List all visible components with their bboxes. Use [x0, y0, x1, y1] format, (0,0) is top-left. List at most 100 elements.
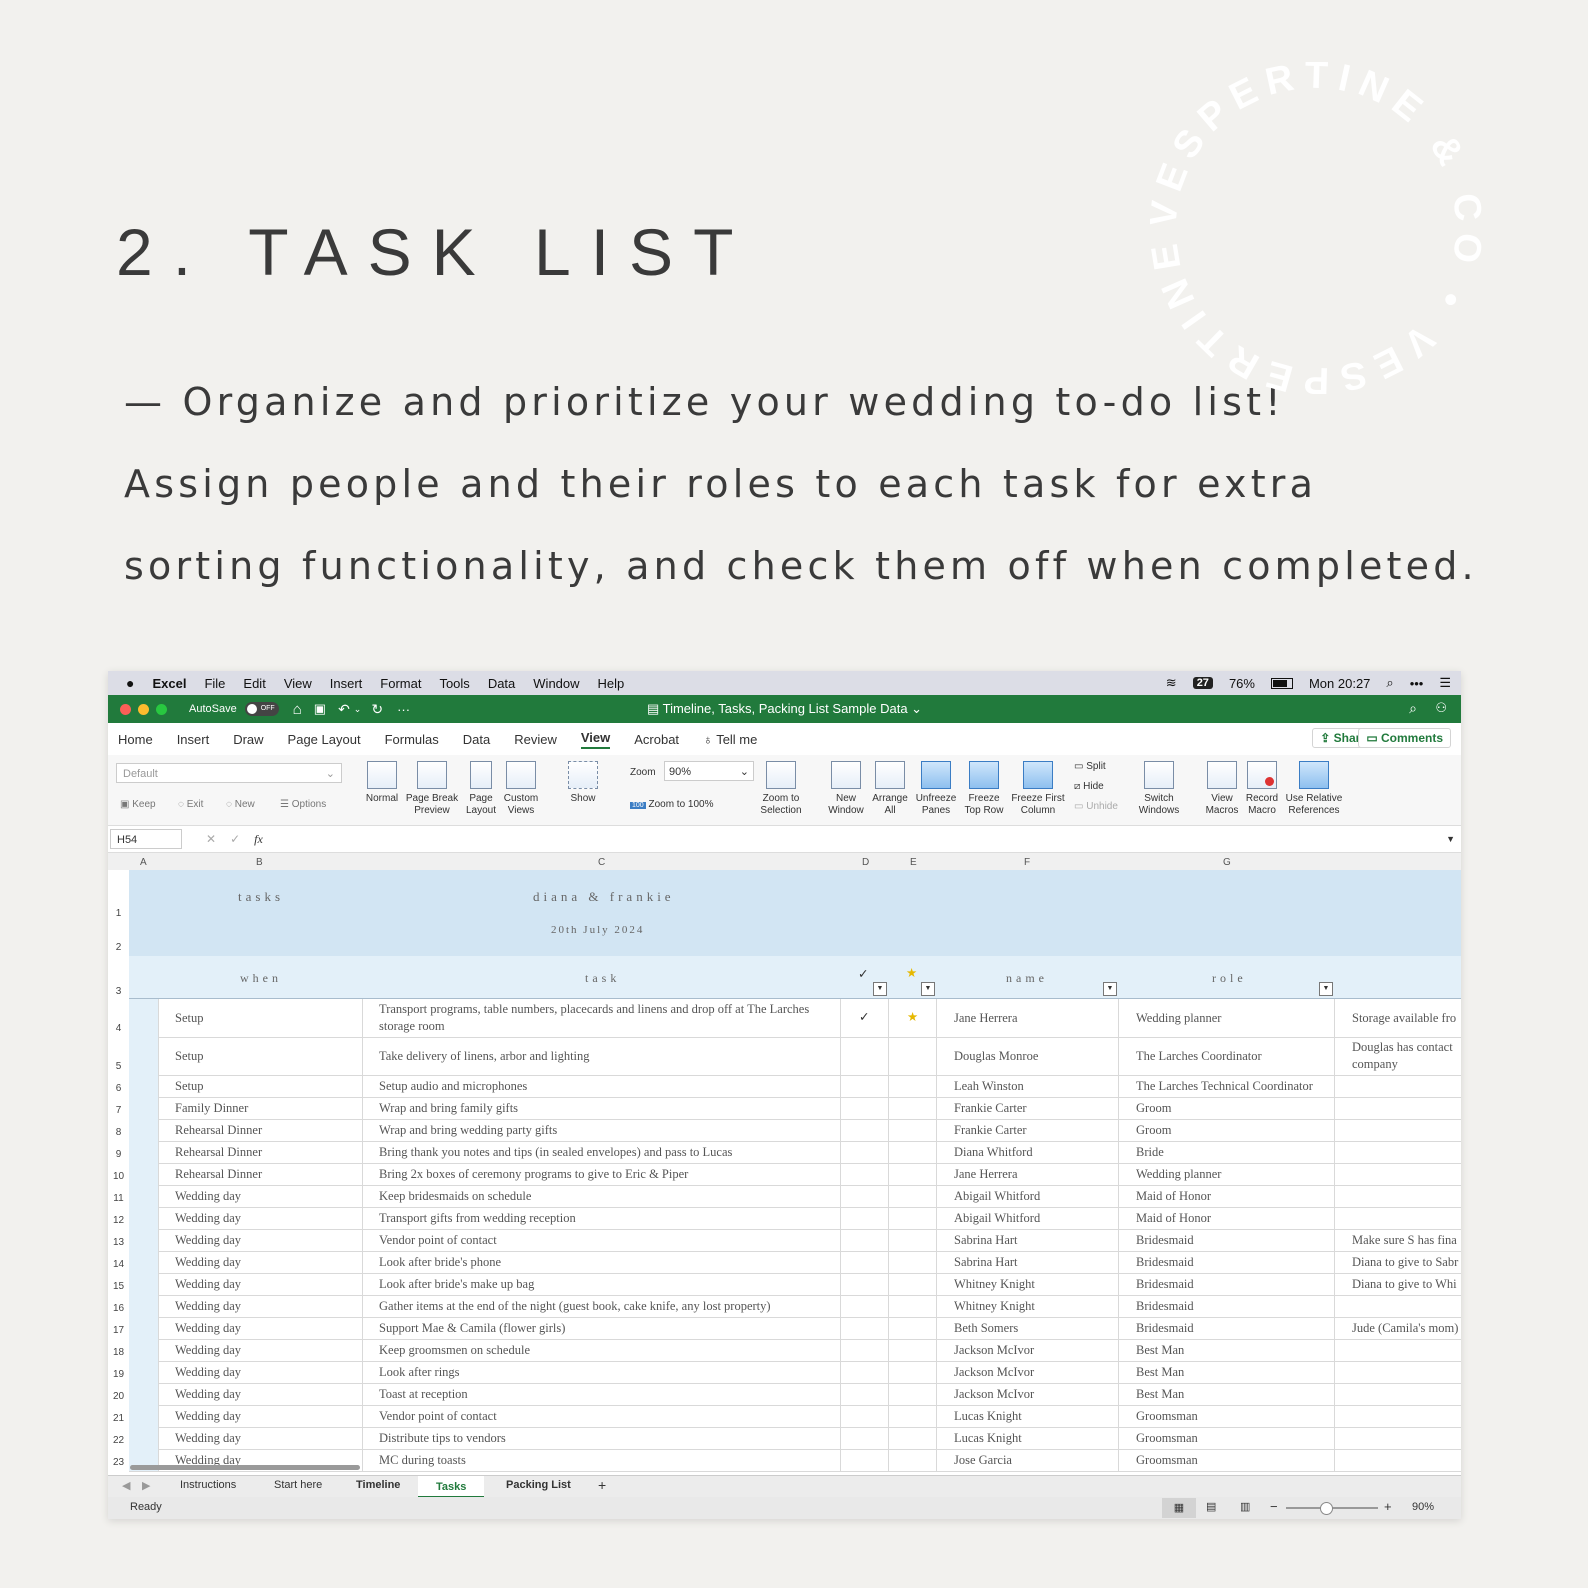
- cell-when[interactable]: Wedding day: [175, 1387, 241, 1402]
- cell-when[interactable]: Wedding day: [175, 1299, 241, 1314]
- cell-role[interactable]: Wedding planner: [1136, 1167, 1221, 1182]
- column-header-f[interactable]: F: [1024, 857, 1030, 868]
- cell-task[interactable]: Distribute tips to vendors: [379, 1431, 506, 1446]
- page-break-view-icon[interactable]: ▥: [1240, 1500, 1250, 1513]
- cell-name[interactable]: Diana Whitford: [954, 1145, 1033, 1160]
- cell-when[interactable]: Rehearsal Dinner: [175, 1145, 262, 1160]
- search-icon[interactable]: ⌕: [1386, 675, 1393, 691]
- zoom-to-selection-button[interactable]: Zoom to Selection: [756, 761, 806, 817]
- cell-note-wrap[interactable]: company: [1352, 1057, 1398, 1072]
- cell-task[interactable]: Look after bride's make up bag: [379, 1277, 534, 1292]
- row-number[interactable]: 17: [108, 1325, 129, 1336]
- tab-home[interactable]: Home: [118, 732, 153, 747]
- zoom-slider[interactable]: [1286, 1502, 1378, 1515]
- page-break-preview-button[interactable]: Page Break Preview: [402, 761, 462, 817]
- list-icon[interactable]: ☰: [1439, 675, 1451, 691]
- filter-dropdown-name[interactable]: ▼: [1103, 982, 1117, 996]
- share-people-icon[interactable]: ⚇: [1435, 700, 1447, 716]
- new-view-button[interactable]: ◌ New: [226, 799, 255, 810]
- cell-role[interactable]: Maid of Honor: [1136, 1189, 1211, 1204]
- relative-references-button[interactable]: Use Relative References: [1282, 761, 1346, 817]
- tab-draw[interactable]: Draw: [233, 732, 263, 747]
- cell-when[interactable]: Setup: [175, 1011, 203, 1026]
- zoom-in-button[interactable]: +: [1384, 1499, 1392, 1514]
- cell-name[interactable]: Abigail Whitford: [954, 1211, 1040, 1226]
- unfreeze-panes-button[interactable]: Unfreeze Panes: [914, 761, 958, 817]
- cell-role[interactable]: The Larches Technical Coordinator: [1136, 1079, 1313, 1094]
- cell-role[interactable]: Groomsman: [1136, 1409, 1198, 1424]
- record-macro-button[interactable]: Record Macro: [1242, 761, 1282, 817]
- cell-task-wrap[interactable]: storage room: [379, 1019, 445, 1034]
- cell-name[interactable]: Jackson McIvor: [954, 1365, 1034, 1380]
- unhide-button[interactable]: ▭ Unhide: [1074, 801, 1118, 812]
- filter-dropdown-check[interactable]: ▼: [873, 982, 887, 996]
- tab-insert[interactable]: Insert: [177, 732, 210, 747]
- row-number[interactable]: 1: [108, 908, 129, 919]
- add-sheet-button[interactable]: +: [598, 1477, 606, 1493]
- tab-data[interactable]: Data: [463, 732, 490, 747]
- sheet-tab-timeline[interactable]: Timeline: [356, 1479, 400, 1491]
- scroll-left-icon[interactable]: ◀: [122, 1479, 130, 1492]
- cell-role[interactable]: Bride: [1136, 1145, 1164, 1160]
- show-button[interactable]: Show: [562, 761, 604, 805]
- cell-task[interactable]: Toast at reception: [379, 1387, 468, 1402]
- cell-role[interactable]: Bridesmaid: [1136, 1233, 1194, 1248]
- cell-task[interactable]: Wrap and bring wedding party gifts: [379, 1123, 557, 1138]
- filter-dropdown-role[interactable]: ▼: [1319, 982, 1333, 996]
- page-layout-view-icon[interactable]: ▤: [1206, 1500, 1216, 1513]
- cell-check[interactable]: ✓: [859, 1009, 869, 1025]
- row-number[interactable]: 10: [108, 1171, 129, 1182]
- freeze-first-column-button[interactable]: Freeze First Column: [1008, 761, 1068, 817]
- row-number[interactable]: 13: [108, 1237, 129, 1248]
- cell-task[interactable]: Support Mae & Camila (flower girls): [379, 1321, 565, 1336]
- menu-window[interactable]: Window: [533, 676, 579, 691]
- search-icon[interactable]: ⌕: [1409, 700, 1417, 717]
- row-number[interactable]: 11: [108, 1193, 129, 1204]
- cell-when[interactable]: Rehearsal Dinner: [175, 1123, 262, 1138]
- cell-role[interactable]: Bridesmaid: [1136, 1299, 1194, 1314]
- cell-role[interactable]: Best Man: [1136, 1365, 1184, 1380]
- cell-name[interactable]: Jane Herrera: [954, 1167, 1018, 1182]
- cell-name[interactable]: Beth Somers: [954, 1321, 1018, 1336]
- switch-windows-button[interactable]: Switch Windows: [1134, 761, 1184, 817]
- cell-when[interactable]: Setup: [175, 1049, 203, 1064]
- function-icon[interactable]: fx: [254, 832, 263, 847]
- cell-when[interactable]: Wedding day: [175, 1431, 241, 1446]
- menu-tools[interactable]: Tools: [439, 676, 469, 691]
- cell-role[interactable]: Groomsman: [1136, 1431, 1198, 1446]
- cell-task[interactable]: Bring 2x boxes of ceremony programs to g…: [379, 1167, 688, 1182]
- menu-view[interactable]: View: [284, 676, 312, 691]
- cell-when[interactable]: Wedding day: [175, 1409, 241, 1424]
- row-number[interactable]: 6: [108, 1083, 129, 1094]
- cell-task[interactable]: Setup audio and microphones: [379, 1079, 527, 1094]
- tab-acrobat[interactable]: Acrobat: [634, 732, 679, 747]
- cell-task[interactable]: Bring thank you notes and tips (in seale…: [379, 1145, 732, 1160]
- sheet-tab-tasks[interactable]: Tasks: [418, 1476, 485, 1498]
- cell-note[interactable]: Douglas has contact: [1352, 1040, 1453, 1055]
- cell-when[interactable]: Wedding day: [175, 1233, 241, 1248]
- zoom-out-button[interactable]: −: [1270, 1499, 1278, 1514]
- cell-note[interactable]: Storage available fro: [1352, 1011, 1456, 1026]
- name-box[interactable]: H54: [110, 829, 182, 849]
- cell-name[interactable]: Jackson McIvor: [954, 1343, 1034, 1358]
- cell-task[interactable]: Transport programs, table numbers, place…: [379, 1002, 809, 1017]
- chevron-down-icon[interactable]: ▼: [1446, 834, 1455, 844]
- menu-app-name[interactable]: Excel: [152, 676, 186, 691]
- row-number[interactable]: 7: [108, 1105, 129, 1116]
- cell-role[interactable]: Groomsman: [1136, 1453, 1198, 1468]
- menu-format[interactable]: Format: [380, 676, 421, 691]
- column-header-e[interactable]: E: [910, 857, 917, 868]
- cell-role[interactable]: Best Man: [1136, 1343, 1184, 1358]
- keep-button[interactable]: ▣ Keep: [120, 799, 156, 810]
- cell-note[interactable]: Diana to give to Sabr: [1352, 1255, 1458, 1270]
- arrange-all-button[interactable]: Arrange All: [870, 761, 910, 817]
- tab-view[interactable]: View: [580, 730, 611, 749]
- tab-review[interactable]: Review: [514, 732, 557, 747]
- menu-help[interactable]: Help: [598, 676, 625, 691]
- cell-when[interactable]: Wedding day: [175, 1211, 241, 1226]
- view-macros-button[interactable]: View Macros: [1202, 761, 1242, 817]
- custom-views-button[interactable]: Custom Views: [502, 761, 540, 817]
- menu-data[interactable]: Data: [488, 676, 515, 691]
- row-number[interactable]: 8: [108, 1127, 129, 1138]
- row-number[interactable]: 9: [108, 1149, 129, 1160]
